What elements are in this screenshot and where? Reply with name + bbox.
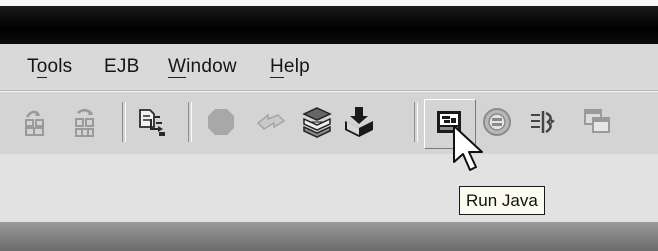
- step-into-icon: [75, 109, 94, 137]
- step-over-icon: [25, 110, 44, 136]
- continue-button[interactable]: [254, 105, 288, 139]
- menu-bar: Tools EJB Window Help: [0, 44, 658, 91]
- toolbar-separator: [122, 102, 126, 142]
- build-icon: [302, 107, 332, 138]
- compile-icon: [139, 109, 165, 136]
- tooltip-run-java: Run Java: [459, 186, 545, 215]
- toolbar: [0, 91, 658, 154]
- install-icon: [345, 107, 373, 137]
- stop-icon: [208, 109, 234, 135]
- window-icon: [584, 109, 610, 133]
- trace-icon: [531, 111, 555, 134]
- toolbar-separator: [414, 102, 418, 142]
- step-into-button[interactable]: [70, 105, 104, 139]
- toolbar-area-empty: [0, 154, 658, 222]
- title-bar: [0, 6, 658, 44]
- step-over-button[interactable]: [21, 105, 55, 139]
- trace-button[interactable]: [526, 105, 560, 139]
- window-button[interactable]: [580, 105, 614, 139]
- stop-button[interactable]: [204, 105, 238, 139]
- toolbar-separator: [188, 102, 192, 142]
- install-button[interactable]: [342, 105, 376, 139]
- menu-help-accel: H: [270, 56, 284, 78]
- bottom-band: [0, 222, 658, 251]
- menu-tools[interactable]: Tools: [27, 56, 72, 78]
- menu-tools-accel: o: [36, 56, 48, 78]
- menu-help[interactable]: Help: [270, 56, 310, 78]
- continue-icon: [256, 113, 286, 130]
- app-window: Tools EJB Window Help Run Java: [0, 0, 658, 251]
- compile-button[interactable]: [136, 105, 170, 139]
- build-button[interactable]: [300, 105, 334, 139]
- menu-window[interactable]: Window: [168, 56, 237, 78]
- menu-window-accel: W: [168, 56, 187, 78]
- mouse-pointer-icon: [453, 125, 483, 171]
- menu-ejb[interactable]: EJB: [104, 56, 139, 78]
